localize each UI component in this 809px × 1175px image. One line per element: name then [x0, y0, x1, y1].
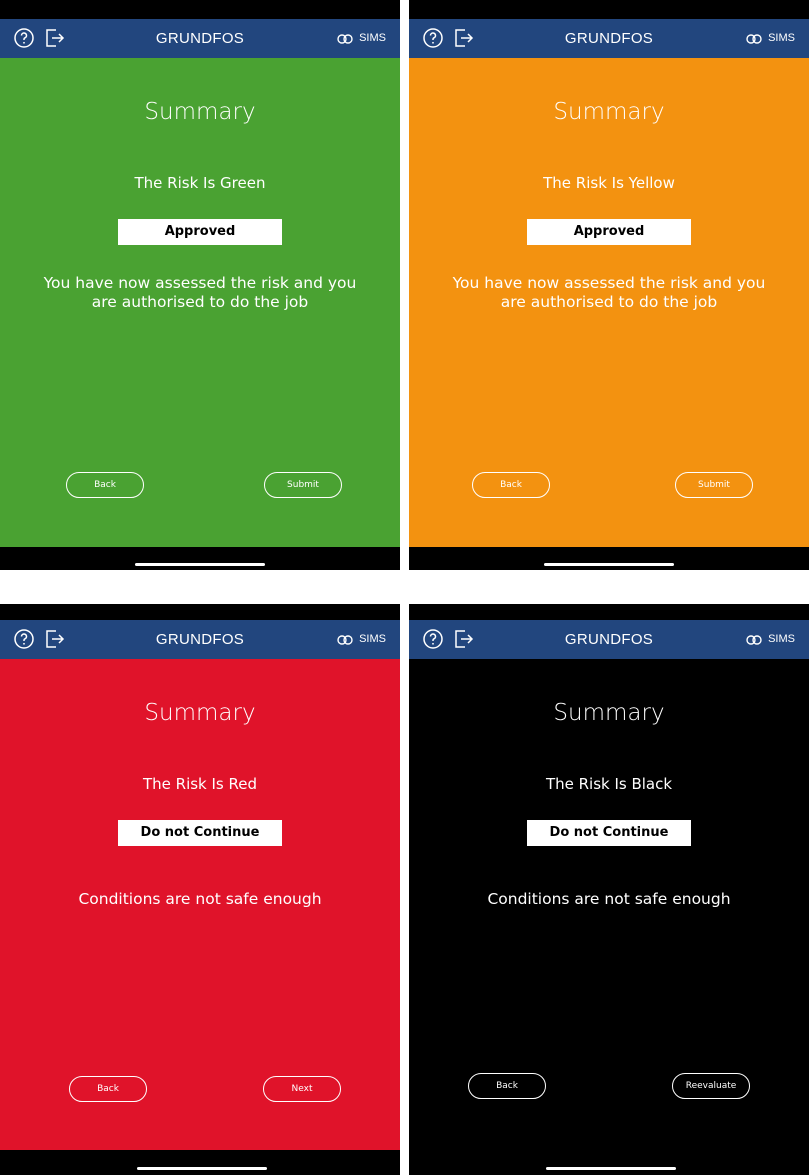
summary-message: You have now assessed the risk and you a…: [43, 274, 357, 311]
risk-level-text: The Risk Is Red: [142, 775, 258, 793]
link-icon: [337, 634, 353, 645]
risk-level-text: The Risk Is Black: [545, 775, 673, 793]
risk-level-text: The Risk Is Green: [134, 174, 266, 192]
sims-label: SIMS: [768, 32, 795, 44]
app-header: GRUNDFOS SIMS: [0, 19, 400, 58]
phone-screen-red: GRUNDFOS SIMS Summary The Risk Is Red Do…: [0, 604, 400, 1175]
page-title: Summary: [553, 700, 665, 726]
summary-message: Conditions are not safe enough: [487, 890, 731, 908]
reevaluate-button[interactable]: Reevaluate: [672, 1073, 750, 1099]
link-icon: [746, 33, 762, 44]
home-indicator[interactable]: [546, 1167, 676, 1170]
phone-screen-black: GRUNDFOS SIMS Summary The Risk Is Black …: [409, 604, 809, 1175]
phone-screen-green: GRUNDFOS SIMS Summary The Risk Is Green …: [0, 0, 400, 570]
back-button[interactable]: Back: [69, 1076, 147, 1102]
link-icon: [337, 33, 353, 44]
sims-label: SIMS: [359, 633, 386, 645]
page-title: Summary: [144, 700, 256, 726]
page-title: Summary: [553, 99, 665, 125]
sims-link[interactable]: SIMS: [336, 19, 386, 58]
sims-label: SIMS: [359, 32, 386, 44]
risk-level-text: The Risk Is Yellow: [543, 174, 675, 192]
summary-message: You have now assessed the risk and you a…: [452, 274, 766, 311]
summary-screen: Summary The Risk Is Black Do not Continu…: [409, 659, 809, 1150]
sims-label: SIMS: [768, 633, 795, 645]
next-button[interactable]: Next: [263, 1076, 341, 1102]
summary-screen: Summary The Risk Is Yellow Approved You …: [409, 58, 809, 547]
app-header: GRUNDFOS SIMS: [409, 19, 809, 58]
home-indicator[interactable]: [544, 563, 674, 566]
back-button[interactable]: Back: [66, 472, 144, 498]
phone-screen-yellow: GRUNDFOS SIMS Summary The Risk Is Yellow…: [409, 0, 809, 570]
back-button[interactable]: Back: [472, 472, 550, 498]
summary-screen: Summary The Risk Is Red Do not Continue …: [0, 659, 400, 1150]
status-badge: Approved: [527, 219, 691, 245]
page-title: Summary: [144, 99, 256, 125]
sims-link[interactable]: SIMS: [336, 620, 386, 659]
back-button[interactable]: Back: [468, 1073, 546, 1099]
app-header: GRUNDFOS SIMS: [409, 620, 809, 659]
status-badge: Approved: [118, 219, 282, 245]
summary-message: Conditions are not safe enough: [78, 890, 322, 908]
app-header: GRUNDFOS SIMS: [0, 620, 400, 659]
link-icon: [746, 634, 762, 645]
sims-link[interactable]: SIMS: [745, 19, 795, 58]
status-badge: Do not Continue: [118, 820, 282, 846]
submit-button[interactable]: Submit: [264, 472, 342, 498]
sims-link[interactable]: SIMS: [745, 620, 795, 659]
submit-button[interactable]: Submit: [675, 472, 753, 498]
home-indicator[interactable]: [137, 1167, 267, 1170]
home-indicator[interactable]: [135, 563, 265, 566]
summary-screen: Summary The Risk Is Green Approved You h…: [0, 58, 400, 547]
status-badge: Do not Continue: [527, 820, 691, 846]
